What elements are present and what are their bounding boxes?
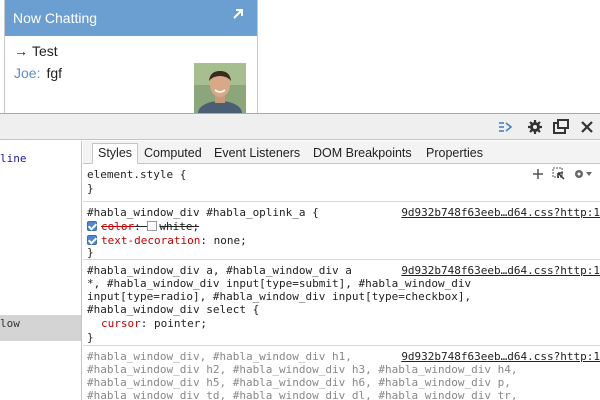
devtools-panel: line low Styles Computed Event Listeners… [0, 113, 600, 400]
chat-title: Now Chatting [13, 10, 98, 26]
rule-source-link[interactable]: 9d932b748f63eeb…d64.css?http:1 [401, 350, 600, 363]
add-rule-icon[interactable] [531, 167, 545, 181]
css-declaration[interactable]: text-decoration: none; [87, 234, 247, 247]
tab-event-listeners[interactable]: Event Listeners [209, 144, 305, 164]
avatar [194, 63, 246, 113]
settings-icon[interactable] [573, 167, 593, 181]
elements-tree[interactable]: line low [0, 141, 82, 400]
rule-selector: #habla_window_div td, #habla_window_div … [87, 389, 518, 400]
gear-icon[interactable] [526, 119, 544, 135]
sidebar-tabs: Styles Computed Event Listeners DOM Brea… [83, 141, 600, 164]
rule-close: } [87, 331, 94, 344]
css-declaration[interactable]: cursor: pointer; [101, 317, 207, 330]
tab-styles[interactable]: Styles [92, 143, 139, 164]
tab-properties[interactable]: Properties [421, 144, 488, 164]
dom-node-selected[interactable]: low [0, 315, 81, 341]
property-value[interactable]: white; [159, 220, 199, 233]
rule-selector: #habla_window_div a, #habla_window_div a [87, 264, 352, 277]
chat-message: Joe: fgf [14, 65, 62, 81]
rule-selector: #habla_window_div #habla_oplink_a { [87, 206, 319, 219]
rule-source-link[interactable]: 9d932b748f63eeb…d64.css?http:1 [401, 264, 600, 277]
property-checkbox[interactable] [87, 235, 97, 245]
css-rule[interactable]: #habla_window_div a, #habla_window_div a… [83, 260, 600, 346]
undock-icon[interactable] [552, 119, 570, 135]
color-swatch[interactable] [147, 221, 158, 231]
chat-header[interactable]: Now Chatting [5, 0, 257, 36]
styles-pane: element.style { } #habla_window_div #hab… [83, 164, 600, 400]
message-sender: Joe: [14, 65, 41, 81]
outgoing-arrow: → [14, 43, 28, 59]
popout-arrow-icon[interactable] [230, 6, 246, 22]
tab-dom-breakpoints[interactable]: DOM Breakpoints [308, 144, 417, 164]
property-checkbox[interactable] [87, 221, 97, 231]
property-name[interactable]: cursor [101, 317, 141, 330]
message-text: fgf [46, 65, 63, 81]
rule-source-link[interactable]: 9d932b748f63eeb…d64.css?http:1 [401, 206, 600, 219]
css-rule[interactable]: #habla_window_div #habla_oplink_a { 9d93… [83, 202, 600, 260]
rule-selector: input[type=radio], #habla_window_div inp… [87, 290, 472, 303]
rule-close: } [87, 246, 94, 259]
tab-computed[interactable]: Computed [139, 144, 207, 164]
property-name[interactable]: color [101, 220, 134, 233]
close-icon[interactable] [578, 119, 596, 135]
rule-close: } [87, 182, 94, 195]
property-value[interactable]: pointer; [154, 317, 207, 330]
message-text: Test [32, 43, 58, 59]
rule-selector: *, #habla_window_div input[type=submit],… [87, 277, 472, 290]
chat-message: → Test [14, 43, 58, 59]
rule-selector: #habla_window_div h2, #habla_window_div … [87, 363, 518, 376]
rule-selector: #habla_window_div select { [87, 303, 260, 316]
rule-selector: #habla_window_div, #habla_window_div h1, [87, 350, 352, 363]
sidebar-pane: Styles Computed Event Listeners DOM Brea… [83, 141, 600, 400]
rule-selector: element.style { [87, 168, 187, 181]
element-state-icon[interactable] [552, 167, 566, 181]
css-declaration[interactable]: color: white; [87, 220, 199, 233]
rule-selector: #habla_window_div h5, #habla_window_div … [87, 376, 511, 389]
devtools-toolbar [0, 114, 600, 140]
property-name[interactable]: text-decoration [101, 234, 200, 247]
element-style-rule[interactable]: element.style { } [83, 164, 600, 202]
css-rule[interactable]: #habla_window_div, #habla_window_div h1,… [83, 346, 600, 400]
property-value[interactable]: none; [214, 234, 247, 247]
chat-widget: Now Chatting → Test Joe: fgf [4, 0, 258, 113]
dom-node[interactable]: line [0, 152, 27, 165]
dock-side-icon[interactable] [497, 119, 515, 135]
